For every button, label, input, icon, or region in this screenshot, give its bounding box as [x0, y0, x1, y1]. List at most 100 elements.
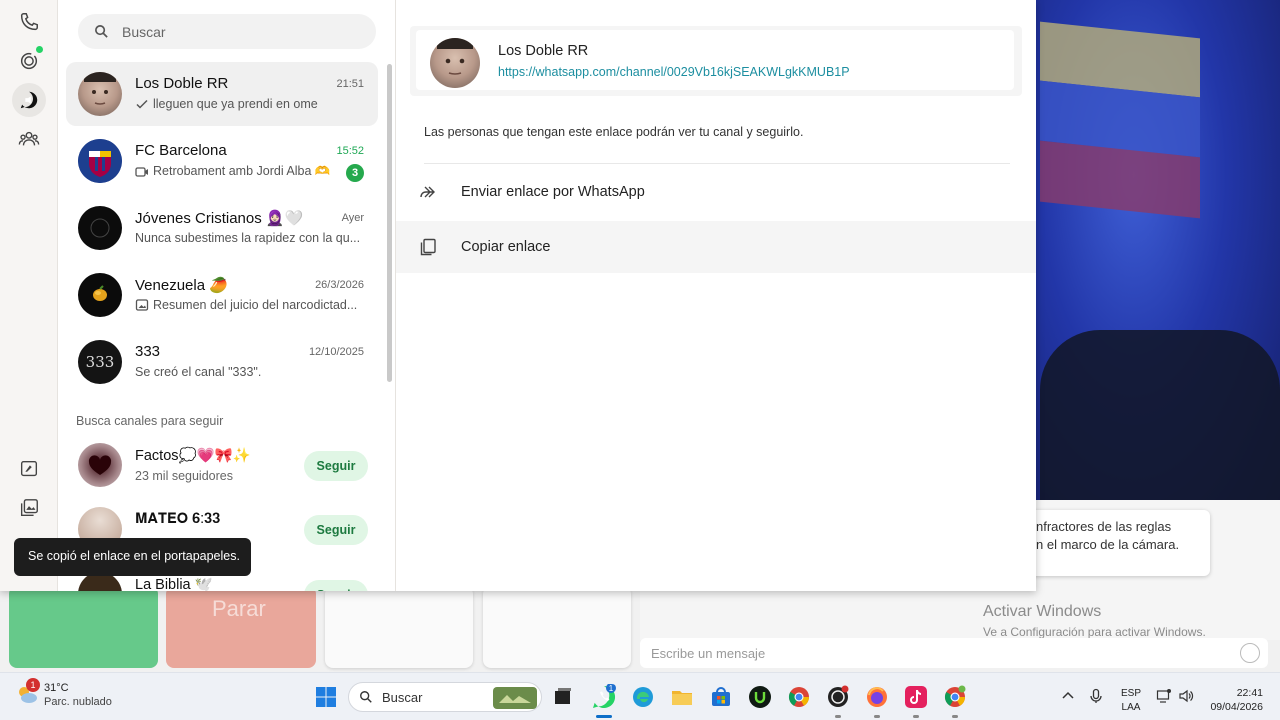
channel-last-message: Resumen del juicio del narcodictad...	[135, 298, 361, 312]
weather-widget[interactable]: 1 31°C Parc. nublado	[14, 678, 112, 709]
last-message-text: Se creó el canal "333".	[135, 365, 262, 379]
nav-rail	[0, 0, 58, 591]
edge-icon[interactable]	[631, 685, 655, 709]
windows-start-icon[interactable]	[314, 685, 338, 709]
copy-icon	[420, 238, 436, 256]
clock-time: 22:41	[1236, 687, 1263, 699]
activate-windows-watermark: Activar Windows Ve a Configuración para …	[983, 603, 1206, 639]
last-message-text: lleguen que ya prendi en ome	[153, 97, 318, 111]
chevron-up-icon[interactable]	[1060, 688, 1076, 704]
copy-link-label: Copiar enlace	[461, 239, 551, 255]
channel-row[interactable]: Venezuela 🥭 26/3/2026 Resumen del juicio…	[66, 263, 378, 327]
search-input[interactable]	[122, 23, 352, 40]
channel-list-panel: Los Doble RR 21:51 lleguen que ya prendi…	[58, 0, 396, 591]
obs-icon[interactable]	[826, 685, 850, 709]
channel-time: Ayer	[341, 212, 364, 224]
starred-button[interactable]	[12, 452, 46, 486]
send-link-button[interactable]: Enviar enlace por WhatsApp	[396, 166, 1036, 218]
channel-row[interactable]: FC Barcelona 15:52 Retrobament amb Jordi…	[66, 129, 378, 193]
channel-name: FC Barcelona	[135, 142, 227, 159]
calls-button[interactable]	[12, 5, 46, 39]
suggestion-followers: 23 mil seguidores	[135, 469, 233, 483]
running-indicator	[835, 715, 841, 718]
message-input[interactable]: Escribe un mensaje	[640, 638, 1268, 668]
channel-last-message: Nunca subestimes la rapidez con la qu...	[135, 231, 361, 245]
channel-row[interactable]: Jóvenes Cristianos 🧕🏻🤍 Ayer Nunca subest…	[66, 196, 378, 260]
channel-row[interactable]: 333 333 12/10/2025 Se creó el canal "333…	[66, 330, 378, 394]
running-indicator	[952, 715, 958, 718]
green-action-pad[interactable]	[9, 586, 158, 668]
avatar	[78, 206, 122, 250]
channels-icon	[20, 91, 38, 109]
channel-name: Venezuela 🥭	[135, 277, 228, 294]
network-icon[interactable]	[1156, 688, 1172, 704]
flag-image	[1040, 21, 1200, 219]
activate-subtitle: Ve a Configuración para activar Windows.	[983, 625, 1206, 639]
action-pad[interactable]	[483, 586, 631, 668]
input-language[interactable]: ESP LAA	[1121, 687, 1141, 715]
last-message-text: Retrobament amb Jordi Alba 🫶	[153, 164, 331, 178]
chrome-profile-icon[interactable]	[943, 685, 967, 709]
follow-button[interactable]: Seguir	[304, 580, 368, 591]
copy-link-button[interactable]: Copiar enlace	[396, 221, 1036, 273]
follow-button[interactable]: Seguir	[304, 451, 368, 481]
channel-row[interactable]: Los Doble RR 21:51 lleguen que ya prendi…	[66, 62, 378, 126]
status-icon	[20, 52, 38, 70]
starred-icon	[20, 460, 38, 477]
channel-link-card: Los Doble RR https://whatsapp.com/channe…	[410, 26, 1022, 96]
whatsapp-window: Los Doble RR 21:51 lleguen que ya prendi…	[0, 0, 1036, 591]
system-clock[interactable]: 22:41 09/04/2026	[1207, 686, 1263, 714]
upwork-icon[interactable]	[748, 685, 772, 709]
avatar	[78, 72, 122, 116]
status-unread-dot	[36, 46, 43, 53]
task-view-icon[interactable]	[551, 685, 575, 709]
channel-name: Jóvenes Cristianos 🧕🏻🤍	[135, 210, 304, 227]
windows-taskbar: 1 31°C Parc. nublado Buscar 1 ESP LAA 22…	[0, 672, 1280, 720]
suggestion-item[interactable]: Factos💭💗🎀✨ 23 mil seguidores Seguir	[66, 437, 378, 497]
suggestion-name: Factos💭💗🎀✨	[135, 448, 251, 464]
copied-toast: Se copió el enlace en el portapapeles.	[14, 538, 251, 576]
file-explorer-icon[interactable]	[670, 685, 694, 709]
weather-badge: 1	[26, 678, 40, 692]
channel-time: 12/10/2025	[308, 346, 364, 358]
channel-last-message: Retrobament amb Jordi Alba 🫶	[135, 164, 335, 179]
whatsapp-badge: 1	[609, 684, 614, 693]
communities-button[interactable]	[12, 122, 46, 156]
temperature: 31°C	[44, 682, 69, 694]
media-icon	[20, 499, 38, 517]
channel-avatar	[430, 38, 480, 88]
forward-icon	[420, 186, 435, 198]
image-icon	[135, 299, 149, 311]
communities-icon	[18, 131, 40, 146]
chrome-icon[interactable]	[787, 685, 811, 709]
channel-link-url[interactable]: https://whatsapp.com/channel/0029Vb16kjS…	[498, 65, 850, 79]
search-highlight-icon	[493, 687, 537, 709]
tiktok-icon[interactable]	[904, 685, 928, 709]
follow-button[interactable]: Seguir	[304, 515, 368, 545]
search-box[interactable]	[78, 14, 376, 49]
divider	[424, 163, 1010, 164]
firefox-icon[interactable]	[865, 685, 889, 709]
suggestion-name: 𝐌𝐀𝐓𝐄𝐎 𝟔:𝟑𝟑	[135, 511, 221, 527]
taskbar-search[interactable]: Buscar	[348, 682, 542, 712]
weather-condition: Parc. nublado	[44, 696, 112, 708]
suggestions-title: Busca canales para seguir	[76, 414, 224, 428]
stop-pad[interactable]: Parar	[166, 586, 316, 668]
microsoft-store-icon[interactable]	[709, 685, 733, 709]
whatsapp-icon[interactable]: 1	[591, 684, 617, 710]
channel-name: 333	[135, 343, 161, 360]
activate-title: Activar Windows	[983, 603, 1102, 620]
channels-button[interactable]	[12, 83, 46, 117]
svg-text:333: 333	[86, 353, 115, 371]
list-scrollbar[interactable]	[387, 64, 392, 382]
volume-icon[interactable]	[1178, 688, 1194, 704]
status-button[interactable]	[12, 44, 46, 78]
emoji-icon[interactable]	[1240, 643, 1260, 663]
channel-time: 15:52	[336, 145, 364, 157]
avatar	[78, 443, 122, 487]
check-icon	[136, 99, 148, 109]
action-pad[interactable]	[325, 586, 473, 668]
microphone-icon[interactable]	[1088, 688, 1104, 704]
media-button[interactable]	[12, 491, 46, 525]
suggestion-name: La Biblia 🕊️	[135, 577, 213, 591]
